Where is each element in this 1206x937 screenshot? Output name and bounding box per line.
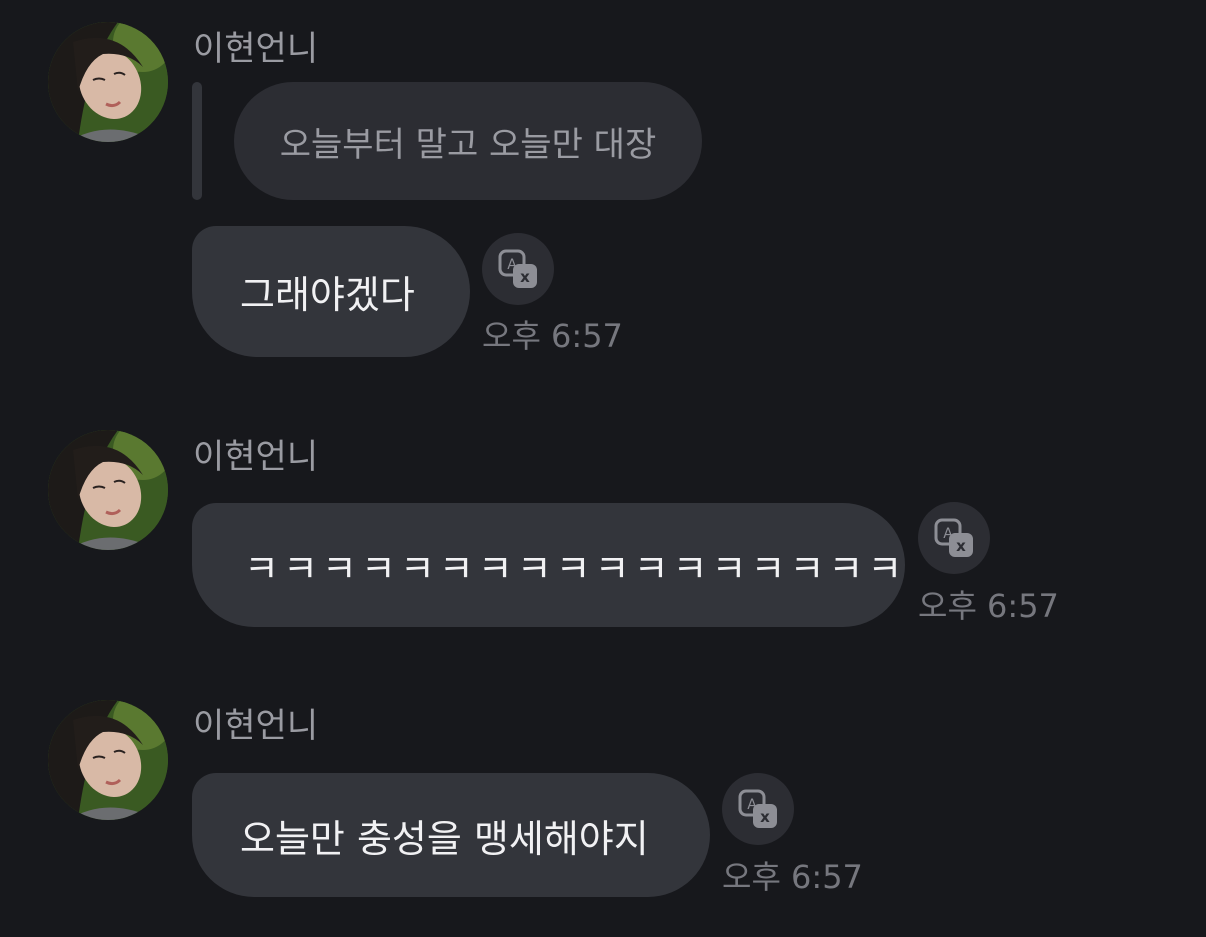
translate-button[interactable]: A x xyxy=(482,233,554,305)
translate-icon: A x xyxy=(934,518,973,557)
translate-button[interactable]: A x xyxy=(918,502,990,574)
avatar-photo xyxy=(48,700,168,820)
avatar-photo xyxy=(48,430,168,550)
avatar[interactable] xyxy=(48,430,168,550)
avatar[interactable] xyxy=(48,700,168,820)
message-timestamp: 오후 6:57 xyxy=(918,587,1059,625)
avatar[interactable] xyxy=(48,22,168,142)
reply-indicator-bar xyxy=(192,82,202,200)
message-bubble[interactable]: 오늘만 충성을 맹세해야지 xyxy=(192,773,710,897)
avatar-photo xyxy=(48,22,168,142)
svg-text:x: x xyxy=(956,537,966,555)
message-bubble[interactable]: ㅋㅋㅋㅋㅋㅋㅋㅋㅋㅋㅋㅋㅋㅋㅋㅋㅋ xyxy=(192,503,905,627)
sender-name: 이현언니 xyxy=(193,29,319,69)
sender-name: 이현언니 xyxy=(193,437,319,477)
message-bubble[interactable]: 그래야겠다 xyxy=(192,226,470,357)
translate-button[interactable]: A x xyxy=(722,773,794,845)
translate-icon: A x xyxy=(738,789,777,828)
sender-name: 이현언니 xyxy=(193,706,319,746)
message-timestamp: 오후 6:57 xyxy=(482,317,623,355)
reply-quote-bubble[interactable]: 오늘부터 말고 오늘만 대장 xyxy=(234,82,702,200)
svg-text:x: x xyxy=(760,808,770,826)
message-timestamp: 오후 6:57 xyxy=(722,858,863,896)
svg-text:x: x xyxy=(520,268,530,286)
translate-icon: A x xyxy=(498,249,537,288)
